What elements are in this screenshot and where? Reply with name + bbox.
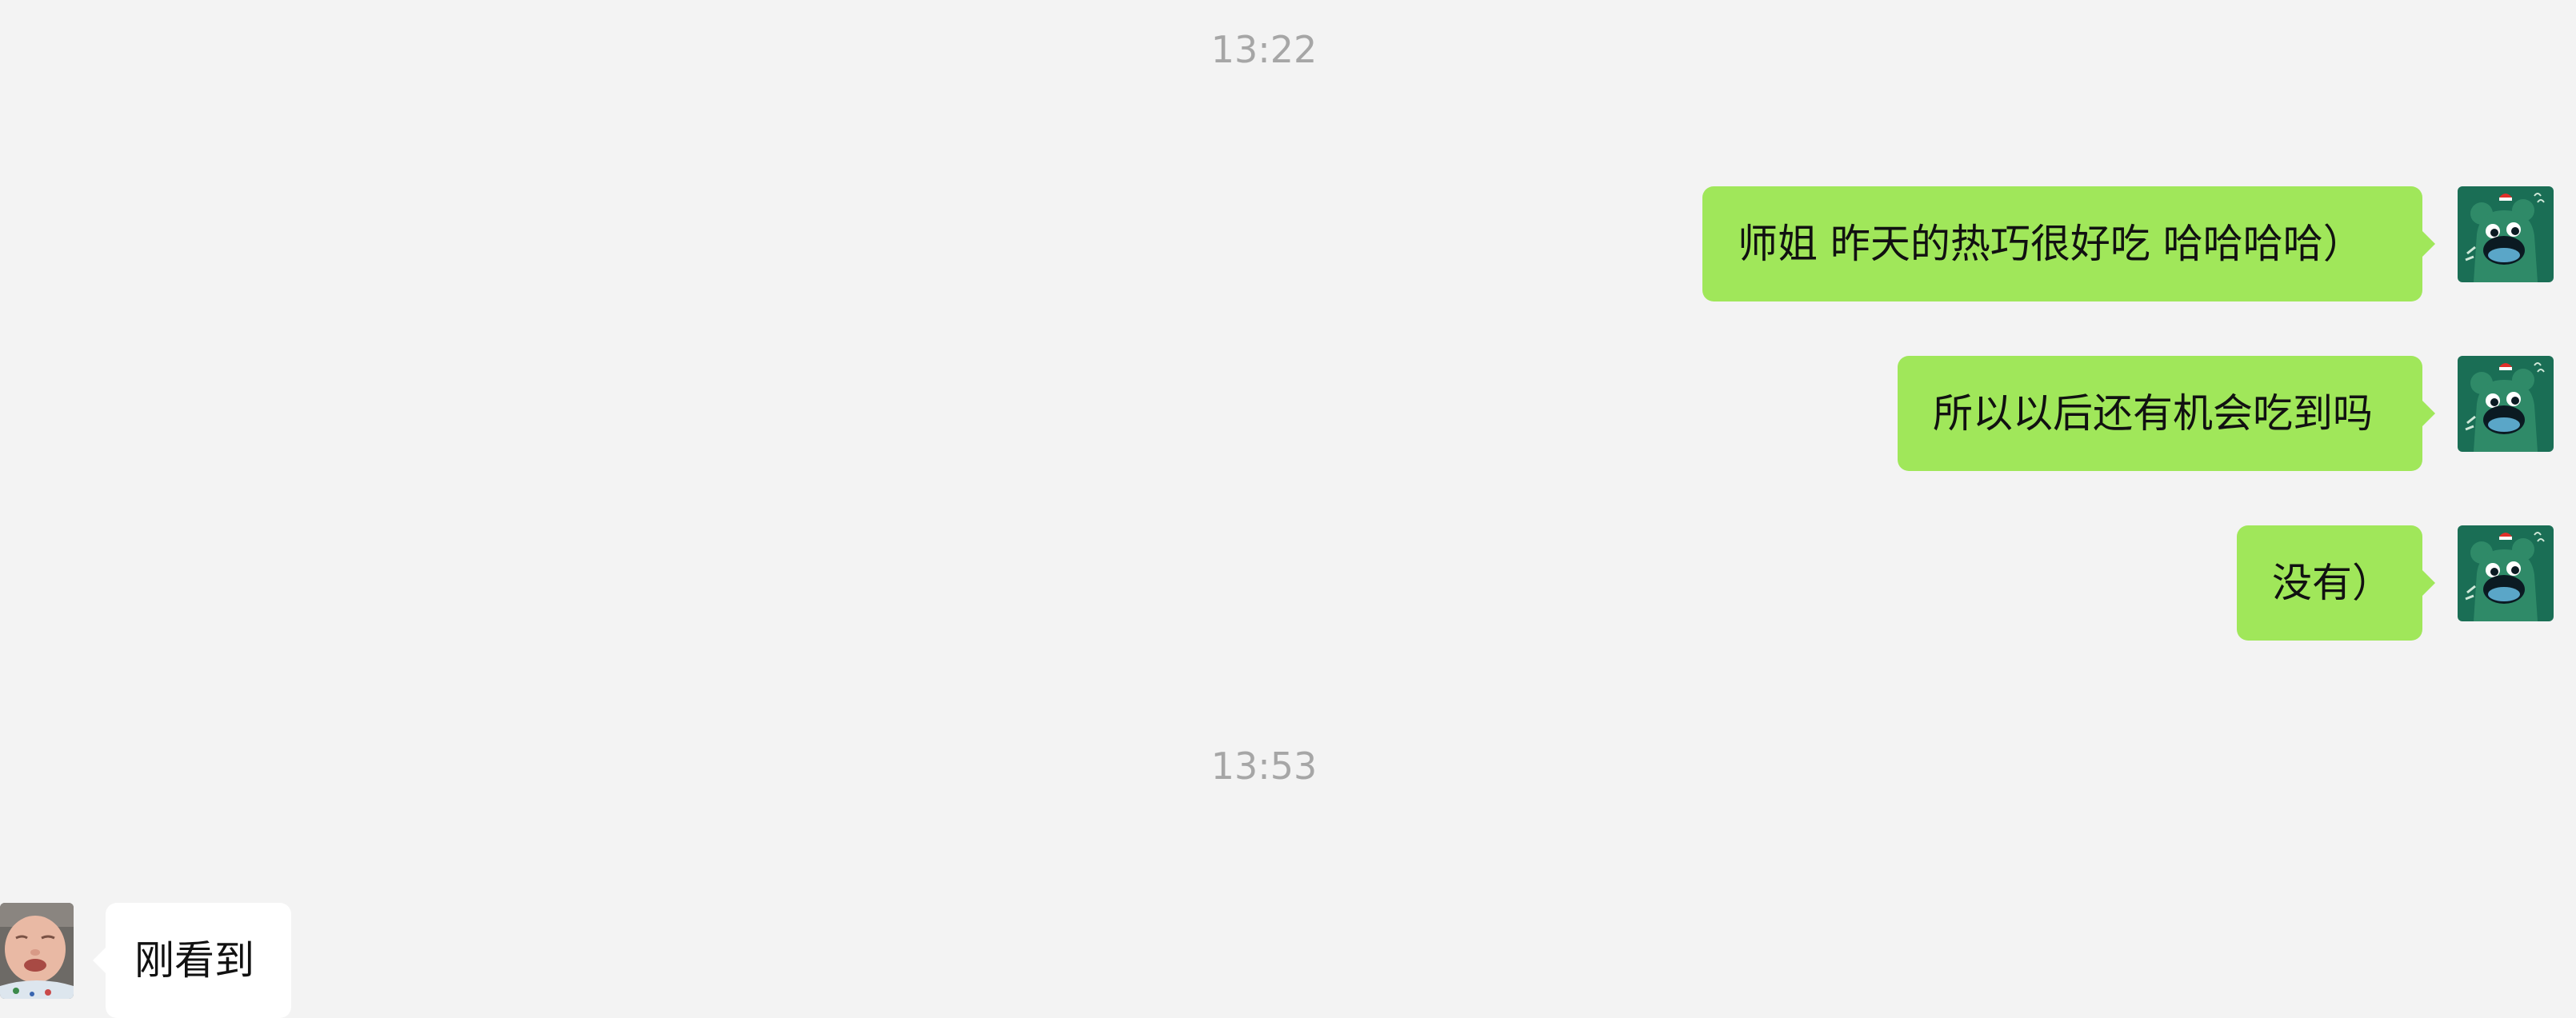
message-bubble-outgoing[interactable]: 师姐 昨天的热巧很好吃 哈哈哈哈）	[1702, 186, 2435, 301]
green-bear-avatar[interactable]	[2458, 525, 2554, 621]
message-bubble-incoming[interactable]: 刚看到	[93, 903, 291, 1018]
message-bubble-outgoing[interactable]: 没有）	[2237, 525, 2435, 641]
green-bear-avatar[interactable]	[2458, 186, 2554, 282]
bear-icon	[2458, 356, 2554, 452]
timestamp: 13:53	[1210, 745, 1318, 788]
baby-photo-avatar[interactable]	[0, 903, 74, 999]
green-bear-avatar[interactable]	[2458, 356, 2554, 452]
message-bubble-outgoing[interactable]: 所以以后还有机会吃到吗	[1898, 356, 2435, 471]
bear-icon	[2458, 525, 2554, 621]
bear-icon	[2458, 186, 2554, 282]
timestamp: 13:22	[1210, 28, 1318, 71]
baby-face-icon	[0, 903, 74, 999]
